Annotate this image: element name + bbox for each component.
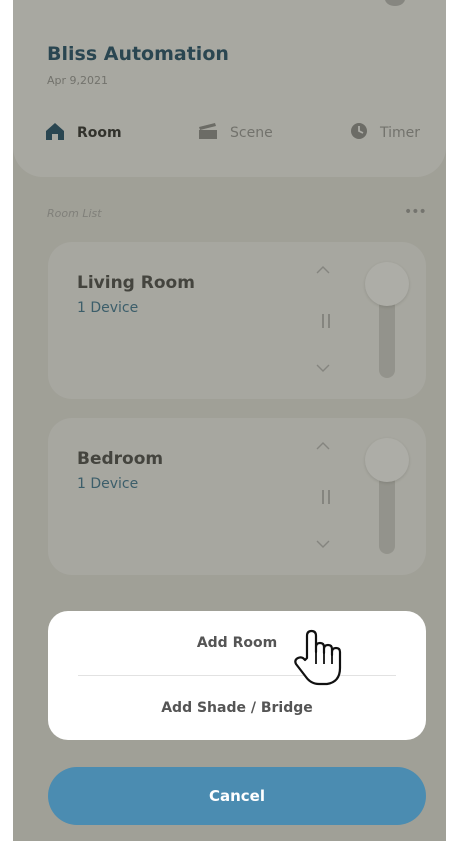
cancel-button[interactable]: Cancel (48, 767, 426, 825)
add-shade-bridge-button[interactable]: Add Shade / Bridge (48, 676, 426, 740)
app-screen: Bliss Automation Apr 9,2021 Room Scene T… (13, 0, 446, 841)
hand-pointer-icon (291, 628, 347, 692)
add-room-button[interactable]: Add Room (48, 611, 426, 675)
action-sheet: Add Room Add Shade / Bridge (48, 611, 426, 740)
